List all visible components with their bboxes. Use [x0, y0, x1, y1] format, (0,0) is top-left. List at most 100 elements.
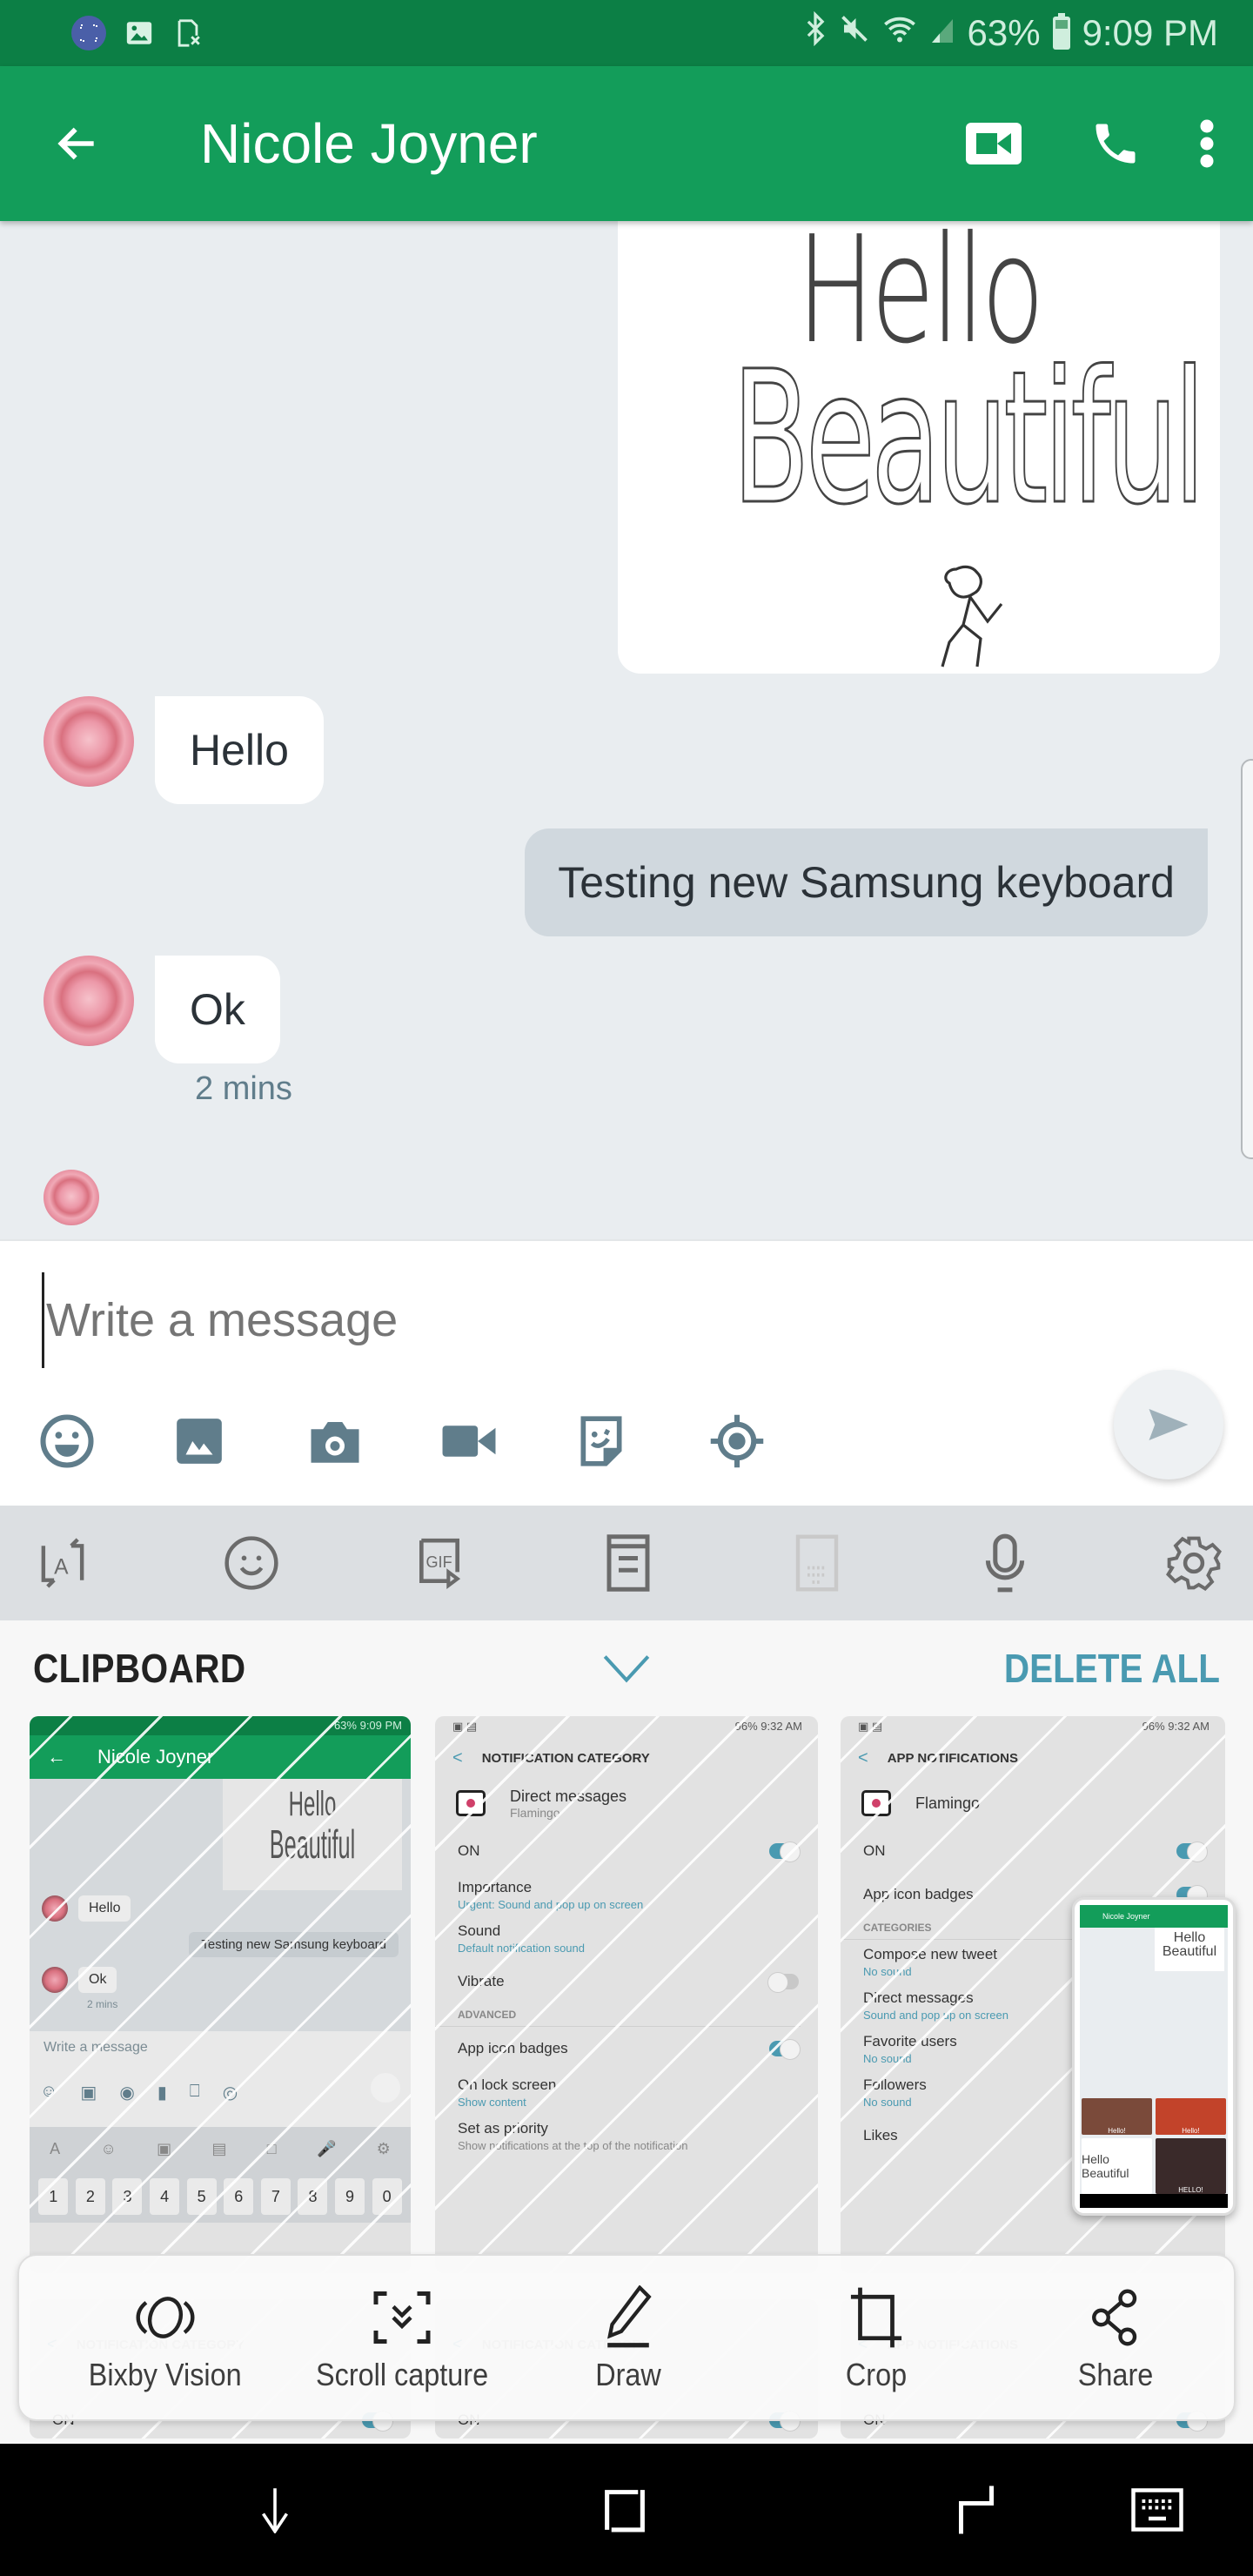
keyboard-size-button[interactable]: [781, 1526, 854, 1600]
thumb-row: Set as priority Show notifications at the…: [435, 2114, 818, 2157]
phone-call-button[interactable]: [1055, 91, 1176, 196]
send-button[interactable]: [1114, 1370, 1223, 1479]
voice-input-button[interactable]: [968, 1526, 1042, 1600]
thumb-placeholder: Write a message: [44, 2040, 148, 2055]
emoji-button[interactable]: [35, 1406, 169, 1476]
location-button[interactable]: [705, 1406, 839, 1476]
emoji-icon: [40, 1414, 94, 1468]
scroll-capture-button[interactable]: Scroll capture: [298, 2256, 506, 2423]
back-button[interactable]: [38, 104, 117, 183]
crop-label: Crop: [845, 2357, 908, 2392]
message-bubble-incoming[interactable]: Hello: [155, 696, 324, 804]
thumb-key: 1: [38, 2178, 69, 2215]
thumb-row-sub: No sound: [863, 2051, 912, 2065]
thumb-key: 9: [335, 2178, 365, 2215]
smart-capture-toolbar: Bixby Vision Scroll capture Draw Crop Sh…: [17, 2254, 1236, 2421]
thumb-row: ON: [435, 1829, 818, 1873]
crop-button[interactable]: Crop: [807, 2256, 946, 2423]
thumb-header-text: APP NOTIFICATIONS: [887, 1750, 1018, 1766]
draw-icon: [607, 2285, 652, 2348]
edge-panel-handle[interactable]: [1241, 759, 1253, 1159]
status-bar: 63% 9:09 PM: [0, 0, 1253, 66]
thumb-header-text: NOTIFICATION CATEGORY: [481, 1750, 650, 1766]
video-call-button[interactable]: [933, 91, 1055, 196]
thumb-row-sub: Sound and pop up on screen: [863, 2008, 1008, 2022]
thumb-key: 7: [260, 2178, 291, 2215]
preview-gif: HELLO!: [1156, 2137, 1226, 2194]
text-mode-button[interactable]: A: [26, 1526, 99, 1600]
conversation-view[interactable]: Hello Beautiful Hello Testing new Samsun…: [0, 221, 1253, 1239]
thumb-key: 6: [224, 2178, 254, 2215]
thumb-key: 0: [372, 2178, 402, 2215]
emoji-keyboard-button[interactable]: [215, 1526, 288, 1600]
share-button[interactable]: Share: [1046, 2256, 1185, 2423]
thumb-message: Testing new Samsung keyboard: [189, 1932, 399, 1957]
camera-button[interactable]: [303, 1406, 437, 1476]
flamingo-app-icon: [456, 1790, 486, 1816]
preview-image: Hello Beautiful: [1155, 1928, 1224, 1971]
message-bubble-outgoing[interactable]: Testing new Samsung keyboard: [525, 828, 1208, 936]
thumb-avatar: [42, 1895, 68, 1922]
sticker-button[interactable]: [571, 1406, 705, 1476]
camera-icon: [311, 1422, 359, 1463]
more-vert-icon: [1200, 119, 1214, 168]
location-icon: [710, 1414, 764, 1468]
message-bubble-incoming[interactable]: Ok: [155, 956, 280, 1063]
message-input[interactable]: [42, 1272, 1086, 1368]
thumb-row: App icon badges: [435, 2027, 818, 2070]
thumb-row-label: Direct messages: [863, 1989, 974, 2006]
thumb-status-text: 96% 9:32 AM: [1142, 1720, 1209, 1733]
battery-icon: [1052, 13, 1070, 50]
thumb-send: [371, 2073, 400, 2103]
thumb-key: 2: [75, 2178, 105, 2215]
thumb-row-label: ON: [458, 1842, 480, 1859]
flamingo-app-icon: [861, 1790, 891, 1816]
clipboard-title: CLIPBOARD: [33, 1646, 246, 1691]
delete-all-button[interactable]: DELETE ALL: [1004, 1645, 1220, 1692]
message-text: Testing new Samsung keyboard: [558, 858, 1175, 907]
draw-label: Draw: [595, 2357, 661, 2392]
video-button[interactable]: [437, 1406, 571, 1476]
contact-avatar[interactable]: [44, 956, 134, 1046]
thumb-status-text: 96% 9:32 AM: [734, 1720, 802, 1733]
clipboard-item[interactable]: 63% 9:09 PM ← Nicole Joyner Hello Beautif…: [30, 1716, 411, 2273]
preview-gif: Hello!: [1082, 2098, 1152, 2135]
thumb-row-sub: Show notifications at the top of the not…: [458, 2138, 688, 2152]
thumb-kb-toolbar: A ☺ ▣ ▤ □ 🎤 ⚙: [30, 2127, 411, 2170]
thumb-key: 5: [186, 2178, 217, 2215]
preview-content: Nicole Joyner Hello Beautiful Hello! Hel…: [1080, 1905, 1228, 2208]
crop-icon: [850, 2287, 902, 2348]
keyboard-toolbar: A GIF: [0, 1506, 1253, 1620]
scroll-capture-icon: [373, 2291, 431, 2344]
keyboard-switch-button[interactable]: [1122, 2475, 1192, 2545]
sim-off-icon: [172, 17, 204, 49]
image-text-line2: Beautiful: [732, 332, 1207, 545]
keyboard-settings-button[interactable]: [1157, 1526, 1230, 1600]
clipboard-item[interactable]: ▣ ▤ 96% 9:32 AM < NOTIFICATION CATEGORY Di…: [435, 1716, 818, 2273]
draw-button[interactable]: Draw: [559, 2256, 698, 2423]
image-message[interactable]: Hello Beautiful: [618, 221, 1220, 674]
thumb-row: Importance Urgent: Sound and pop up on sc…: [435, 1873, 818, 1916]
contact-avatar[interactable]: [44, 696, 134, 787]
preview-gif-grid: Hello! Hello! Hello Beautiful HELLO!: [1082, 2098, 1226, 2194]
back-nav-button[interactable]: [941, 2475, 1011, 2545]
thumb-row-label: Followers: [863, 2076, 927, 2093]
signal-icon: [929, 12, 955, 54]
collapse-clipboard-button[interactable]: [600, 1647, 653, 1690]
gallery-button[interactable]: [169, 1406, 303, 1476]
bluetooth-icon: [804, 10, 827, 55]
app-bar: Nicole Joyner: [0, 66, 1253, 221]
toggle-on: [769, 1841, 801, 1862]
thumb-row: Vibrate: [435, 1960, 818, 2003]
screenshot-preview[interactable]: Nicole Joyner Hello Beautiful Hello! Hel…: [1072, 1897, 1236, 2216]
recents-button[interactable]: [590, 2475, 660, 2545]
bixby-vision-button[interactable]: Bixby Vision: [78, 2256, 252, 2423]
clipboard-icon: [606, 1534, 650, 1592]
wifi-icon: [882, 11, 917, 55]
more-options-button[interactable]: [1176, 91, 1237, 196]
clipboard-button[interactable]: [592, 1526, 665, 1600]
hide-keyboard-button[interactable]: [240, 2475, 310, 2545]
thumb-image-line2: Beautiful: [269, 1821, 356, 1867]
thumb-status: 63% 9:09 PM: [30, 1716, 411, 1735]
gif-button[interactable]: GIF: [403, 1526, 476, 1600]
